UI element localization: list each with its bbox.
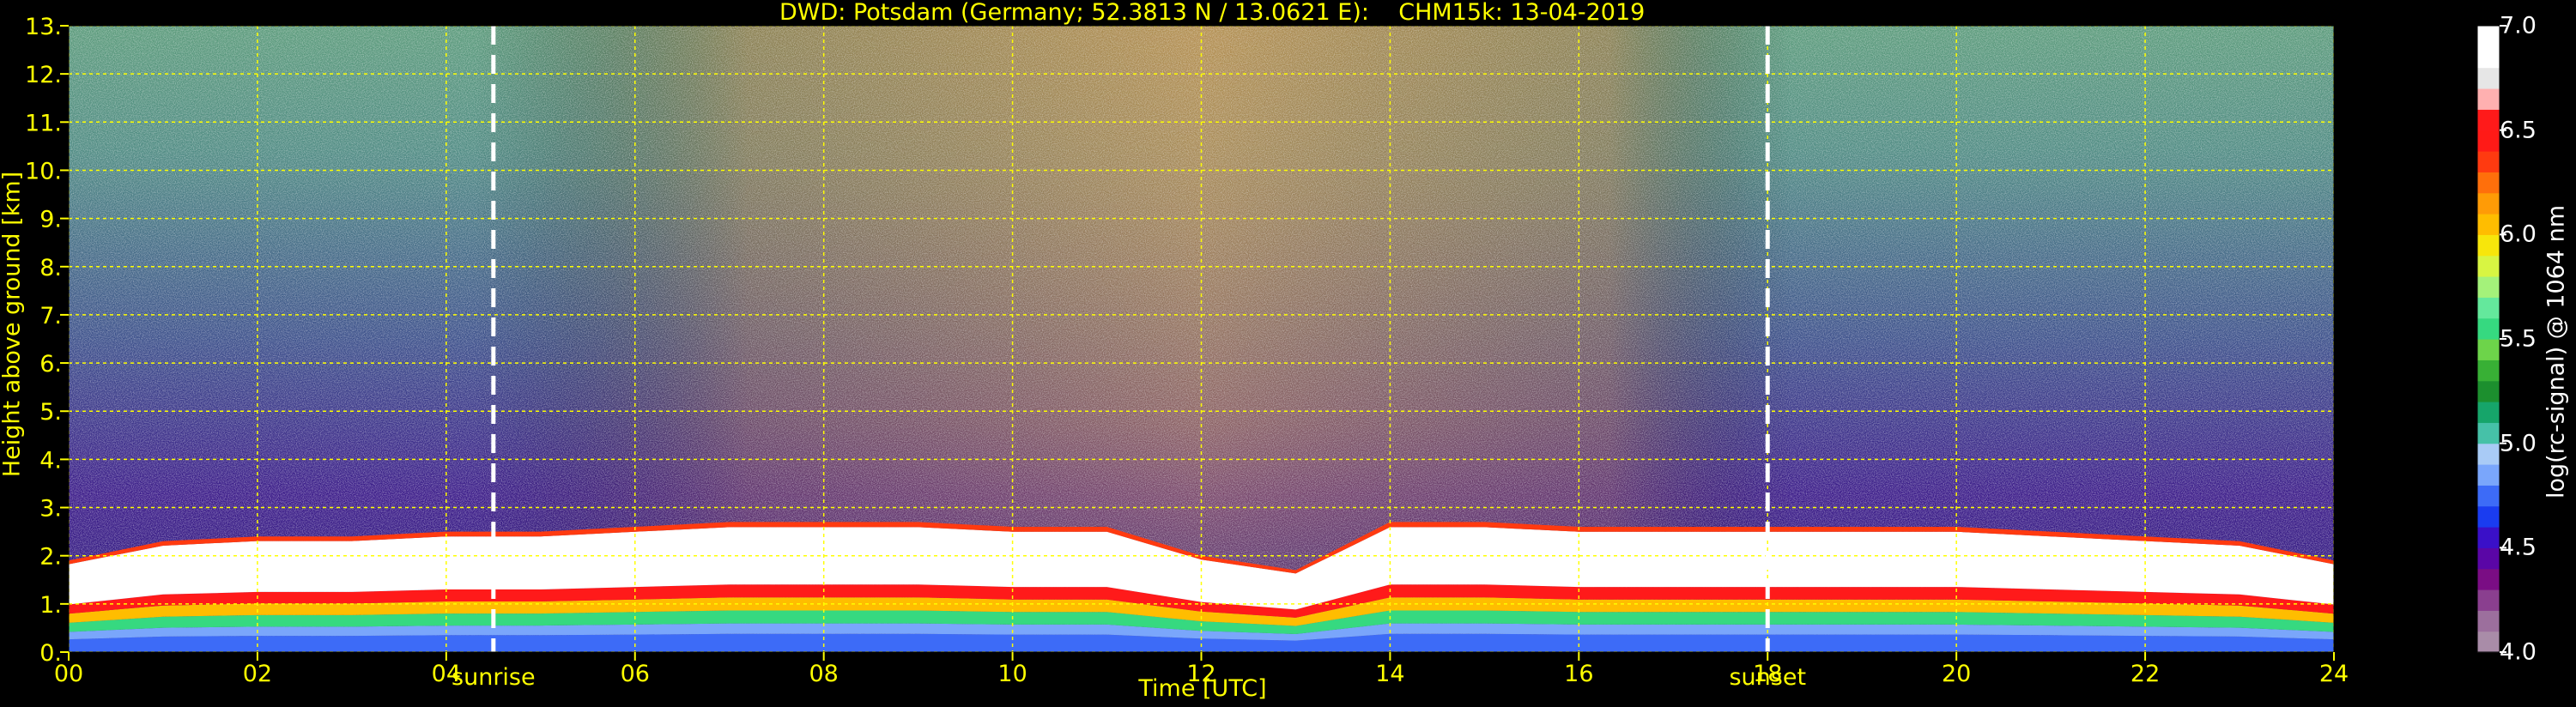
colorbar-segment [2477, 464, 2500, 486]
colorbar-segment [2477, 26, 2500, 47]
x-tick-label: 20 [1942, 661, 1971, 687]
colorbar-segment [2477, 505, 2500, 528]
colorbar-segment [2477, 192, 2500, 215]
colorbar-segment [2477, 631, 2500, 653]
colorbar-segment [2477, 527, 2500, 548]
colorbar-segment [2477, 67, 2500, 89]
colorbar-label-text: log(rc-signal) @ 1064 nm [2543, 204, 2570, 499]
colorbar-segment [2477, 234, 2500, 257]
colorbar-tick-label: 7.0 [2500, 12, 2537, 39]
colorbar-segment [2477, 380, 2500, 402]
y-tick-label: 3. [39, 496, 62, 523]
colorbar-segment [2477, 402, 2500, 423]
colorbar-segment [2477, 151, 2500, 172]
colorbar-segment [2477, 214, 2500, 235]
annotation-sunset: sunset [1729, 664, 1807, 691]
colorbar-segment [2477, 485, 2500, 507]
colorbar-segment [2477, 88, 2500, 110]
x-tick-label: 02 [243, 661, 272, 687]
x-tick-label: 24 [2319, 661, 2349, 687]
colorbar-segment [2477, 172, 2500, 194]
colorbar-tick-label: 5.5 [2500, 325, 2537, 353]
x-axis-label: Time [UTC] [1138, 675, 1267, 702]
y-axis-label-text: Height above ground [km] [0, 171, 26, 478]
annotation-sunrise: sunrise [452, 664, 536, 691]
colorbar-segment [2477, 610, 2500, 632]
x-tick-label: 10 [997, 661, 1027, 687]
y-tick-label: 8. [39, 255, 62, 281]
colorbar-tick-label: 4.0 [2500, 638, 2537, 666]
y-tick-label: 9. [39, 207, 62, 233]
y-tick-label: 6. [39, 351, 62, 378]
y-tick-label: 0. [39, 640, 62, 667]
colorbar-tick-label: 6.5 [2500, 117, 2537, 144]
colorbar-tick-label: 5.0 [2500, 430, 2537, 457]
y-tick-label: 12. [25, 62, 62, 88]
y-tick-label: 4. [39, 447, 62, 474]
colorbar-segment [2477, 317, 2500, 340]
colorbar-tick-label: 6.0 [2500, 221, 2537, 248]
colorbar-segment [2477, 360, 2500, 382]
x-tick-label: 08 [809, 661, 838, 687]
colorbar-segment [2477, 109, 2500, 131]
y-tick-label: 13. [25, 14, 62, 40]
colorbar-segment [2477, 339, 2500, 360]
colorbar-tick-label: 4.5 [2500, 534, 2537, 561]
colorbar-segment [2477, 46, 2500, 69]
colorbar-segment [2477, 276, 2500, 298]
chart-title: DWD: Potsdam (Germany; 52.3813 N / 13.06… [779, 0, 1646, 26]
x-tick-label: 22 [2131, 661, 2160, 687]
y-tick-label: 5. [39, 399, 62, 426]
y-tick-label: 2. [39, 544, 62, 571]
y-tick-label: 11. [25, 110, 62, 136]
colorbar-segment [2477, 255, 2500, 277]
ceilometer-chart: 00 02 04 06 08 10 12 14 16 18 20 22 240.1.2.3.4.5.6.… [25, 14, 2506, 687]
plot-area [69, 26, 2334, 652]
colorbar-segment [2477, 547, 2500, 570]
colorbar-segment [2477, 443, 2500, 465]
x-tick-label: 14 [1375, 661, 1404, 687]
colorbar-segment [2477, 297, 2500, 319]
colorbar-segment [2477, 422, 2500, 444]
colorbar-segment [2477, 568, 2500, 590]
y-tick-label: 10. [25, 158, 62, 184]
y-tick-label: 1. [39, 592, 62, 619]
x-tick-label: 16 [1564, 661, 1593, 687]
colorbar-segment [2477, 130, 2500, 152]
x-tick-label: 06 [621, 661, 650, 687]
y-tick-label: 7. [39, 303, 62, 329]
colorbar-segment [2477, 589, 2500, 611]
